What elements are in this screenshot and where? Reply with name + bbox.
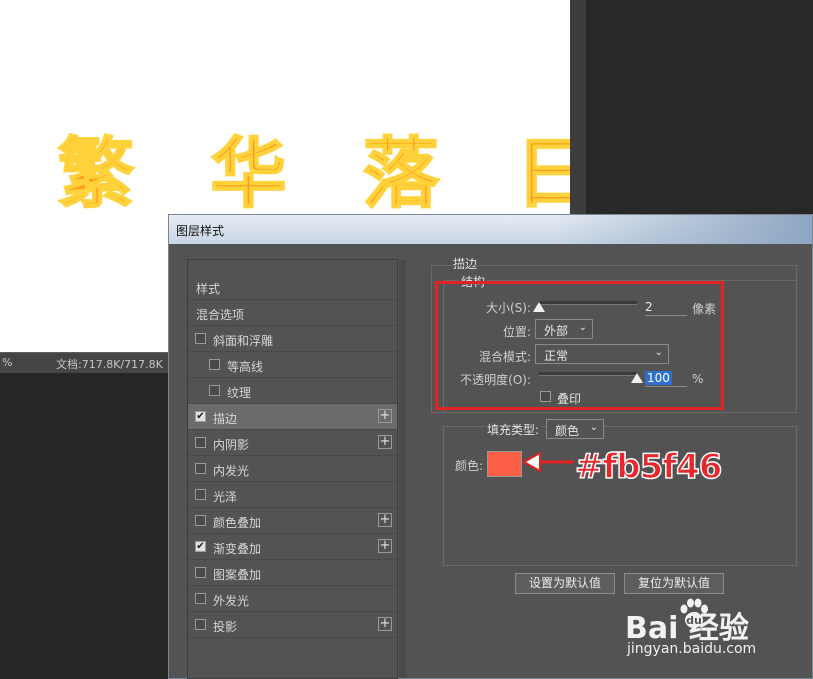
- right-panel-area: [586, 0, 813, 230]
- add-effect-plus-icon[interactable]: +: [378, 409, 392, 423]
- checkbox-unchecked-icon[interactable]: [195, 593, 206, 604]
- checkbox-unchecked-icon[interactable]: [195, 567, 206, 578]
- style-list-item-label: 颜色叠加: [213, 516, 262, 530]
- style-list-item[interactable]: 内阴影 +: [188, 430, 397, 456]
- document-status-bar: % 文档:717.8K/717.8K: [0, 352, 168, 373]
- style-list-item[interactable]: ✔ 渐变叠加 +: [188, 534, 397, 560]
- style-list-item-label: 描边: [213, 412, 238, 426]
- canvas-artwork-text: 繁 华 落 日: [57, 128, 617, 219]
- style-list-item-label: 渐变叠加: [213, 542, 262, 556]
- structure-highlight-box: [435, 281, 724, 410]
- dialog-title: 图层样式: [176, 224, 225, 238]
- style-list-item[interactable]: 等高线: [188, 352, 397, 378]
- svg-text:du: du: [686, 614, 702, 627]
- add-effect-plus-icon[interactable]: +: [378, 539, 392, 553]
- fill-type-value: 颜色: [555, 424, 580, 438]
- add-effect-plus-icon[interactable]: +: [378, 513, 392, 527]
- style-list-item-label: 内阴影: [213, 438, 250, 452]
- styles-list: 样式混合选项斜面和浮雕等高线纹理 ✔ 描边 + 内阴影 + 内发光光泽颜色叠加 + ✔ 渐变叠加 +…: [187, 259, 406, 679]
- baidu-jingyan-watermark: Bai 经验 du jingyan.baidu.com: [625, 595, 795, 665]
- arrow-left-icon: [521, 451, 574, 473]
- style-list-item-label: 样式: [196, 282, 221, 296]
- reset-default-button[interactable]: 复位为默认值: [624, 573, 724, 594]
- style-list-item[interactable]: 纹理: [188, 378, 397, 404]
- checkbox-unchecked-icon[interactable]: [195, 437, 206, 448]
- checkbox-unchecked-icon[interactable]: [195, 619, 206, 630]
- style-list-item-label: 投影: [213, 620, 238, 634]
- style-list-item[interactable]: 颜色叠加 +: [188, 508, 397, 534]
- checkbox-unchecked-icon[interactable]: [209, 359, 220, 370]
- style-list-item[interactable]: 样式: [188, 274, 397, 300]
- style-list-item-label: 外发光: [213, 594, 250, 608]
- workspace-divider: [570, 0, 586, 230]
- checkbox-checked-icon[interactable]: ✔: [195, 541, 206, 552]
- style-list-item[interactable]: 内发光: [188, 456, 397, 482]
- style-list-item[interactable]: 图案叠加: [188, 560, 397, 586]
- styles-list-scrollbar[interactable]: [399, 260, 406, 678]
- style-list-item[interactable]: 投影 +: [188, 612, 397, 638]
- checkbox-unchecked-icon[interactable]: [209, 385, 220, 396]
- make-default-button[interactable]: 设置为默认值: [515, 573, 615, 594]
- color-swatch[interactable]: [487, 451, 522, 477]
- baidu-paw-icon: du: [680, 598, 708, 628]
- color-label: 颜色:: [455, 459, 484, 473]
- style-list-item-label: 纹理: [227, 386, 252, 400]
- style-list-item-label: 等高线: [227, 360, 264, 374]
- add-effect-plus-icon[interactable]: +: [378, 435, 392, 449]
- fill-type-label: 填充类型:: [485, 421, 542, 438]
- checkbox-unchecked-icon[interactable]: [195, 515, 206, 526]
- add-effect-plus-icon[interactable]: +: [378, 617, 392, 631]
- style-list-item-label: 内发光: [213, 464, 250, 478]
- hex-color-annotation: #fb5f46: [574, 446, 723, 488]
- checkbox-checked-icon[interactable]: ✔: [195, 411, 206, 422]
- style-list-item[interactable]: 外发光: [188, 586, 397, 612]
- style-list-item[interactable]: 斜面和浮雕: [188, 326, 397, 352]
- style-list-item-label: 光泽: [213, 490, 238, 504]
- style-list-item[interactable]: 混合选项: [188, 300, 397, 326]
- watermark-url: jingyan.baidu.com: [627, 641, 757, 657]
- style-list-item[interactable]: ✔ 描边 +: [188, 404, 397, 430]
- style-list-item-label: 斜面和浮雕: [213, 334, 274, 348]
- style-list-item[interactable]: 光泽: [188, 482, 397, 508]
- chevron-down-icon: ⌄: [589, 422, 598, 433]
- workspace-background: [0, 373, 168, 679]
- style-list-item-label: 混合选项: [196, 308, 245, 322]
- checkbox-unchecked-icon[interactable]: [195, 463, 206, 474]
- document-size-info[interactable]: 文档:717.8K/717.8K: [56, 356, 163, 372]
- style-list-item-label: 图案叠加: [213, 568, 262, 582]
- fill-type-dropdown[interactable]: 颜色 ⌄: [546, 419, 604, 439]
- dialog-titlebar[interactable]: 图层样式: [169, 215, 812, 244]
- checkbox-unchecked-icon[interactable]: [195, 333, 206, 344]
- zoom-percent: %: [2, 356, 13, 369]
- checkbox-unchecked-icon[interactable]: [195, 489, 206, 500]
- titlebar-glass: [552, 215, 812, 244]
